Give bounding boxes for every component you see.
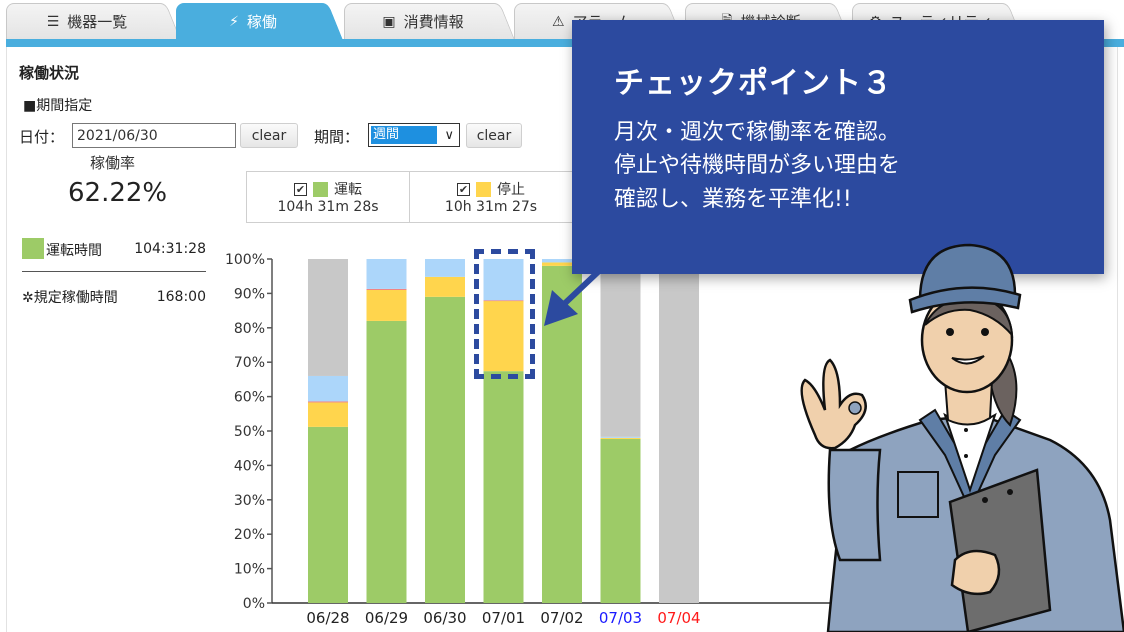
bar-segment-電源OFF [600,259,641,437]
app-root: ☰ 機器一覧 ⚠ アラーム 🗎 機械診断 ⚙ ユーティリティ ▣ 消費情報 ⚡ … [0,0,1124,632]
list-icon: ☰ [46,13,60,30]
standard-time-stat: ✲規定稼働時間 168:00 [22,287,206,309]
period-select-value: 週間 [371,126,438,144]
y-tick-label: 40% [234,458,265,474]
utilization-rate-label: 稼働率 [90,154,136,172]
legend-item-run[interactable]: ✔ 運転 104h 31m 28s [247,172,410,222]
tab-device-list[interactable]: ☰ 機器一覧 [6,3,168,39]
legend-box: ✔ 運転 104h 31m 28s ✔ 停止 10h 31m 27s [246,171,586,223]
bar-segment-停止 [425,276,465,297]
bar-segment-運転 [308,426,348,603]
tab-operation[interactable]: ⚡ 稼働 [176,3,330,39]
tab-label: 稼働 [246,13,277,31]
x-tick-label: 07/03 [599,609,642,627]
bar-segment-電源OFF [308,259,348,376]
bar-segment-運転 [542,265,582,603]
x-tick-label: 06/30 [423,609,466,627]
legend-label: 運転 [334,182,362,198]
period-heading: ■期間指定 [23,98,93,114]
callout-line: 確認し、業務を平準化!! [614,186,852,212]
callout-line: 停止や待機時間が多い理由を [614,153,901,179]
legend-label: 停止 [497,182,525,198]
y-tick-label: 100% [225,252,265,268]
bar-segment-アラーム [308,401,348,403]
standard-time-label: ✲規定稼働時間 [22,290,118,306]
y-tick-label: 80% [234,321,265,337]
date-input[interactable] [72,123,236,148]
y-tick-label: 0% [243,596,265,612]
highlight-box [474,249,535,379]
chevron-down-icon: ∨ [444,127,454,143]
x-tick-label: 07/04 [657,609,700,627]
utilization-rate-value: 62.22% [68,178,168,208]
bar-segment-停止 [366,289,407,321]
period-label: 期間： [314,128,360,146]
tab-consumption[interactable]: ▣ 消費情報 [344,3,502,39]
bar-segment-運転 [366,320,407,603]
worker-illustration-icon [800,243,1124,632]
date-clear-button[interactable]: clear [240,123,298,148]
legend-time: 104h 31m 28s [277,199,379,215]
legend-time: 10h 31m 27s [444,199,538,215]
period-select[interactable]: 週間 ∨ [368,123,460,147]
callout-line: 月次・週次で稼働率を確認。 [614,120,901,145]
stop-swatch [476,181,491,197]
bar-segment-運転 [483,371,524,603]
checkbox-run[interactable]: ✔ [294,182,307,196]
bar-segment-停止 [308,402,348,427]
bar-segment-待機 [366,259,407,289]
run-time-stat: 運転時間 104:31:28 [22,238,206,260]
callout-title: チェックポイント３ [614,66,893,101]
bar-segment-待機 [600,436,641,438]
meter-icon: ▣ [382,13,396,30]
checkpoint-callout: チェックポイント３ 月次・週次で稼働率を確認。 停止や待機時間が多い理由を 確認… [572,20,1104,274]
y-tick-label: 50% [234,424,265,440]
warning-icon: ⚠ [551,13,565,30]
stats-divider [22,271,206,272]
x-tick-label: 06/29 [365,609,408,627]
bar-segment-待機 [425,259,465,277]
y-tick-label: 30% [234,493,265,509]
y-tick-label: 20% [234,527,265,543]
bar-segment-待機 [308,375,348,402]
y-tick-label: 90% [234,286,265,302]
run-time-label: 運転時間 [46,243,102,259]
bar-segment-運転 [425,296,465,603]
date-label: 日付： [19,128,65,146]
y-tick-label: 10% [234,562,265,578]
y-tick-label: 70% [234,355,265,371]
standard-time-value: 168:00 [156,289,206,305]
bar-segment-停止 [600,437,641,439]
tab-label: 機器一覧 [67,13,128,31]
bar-segment-電源OFF [659,259,699,603]
run-swatch [22,238,44,259]
run-time-value: 104:31:28 [134,241,206,257]
run-swatch [313,181,328,197]
checkbox-stop[interactable]: ✔ [457,182,470,196]
bar-segment-アラーム [366,288,407,290]
section-title: 稼働状況 [19,64,80,82]
y-tick-label: 60% [234,390,265,406]
x-tick-label: 07/01 [482,609,525,627]
legend-item-stop[interactable]: ✔ 停止 10h 31m 27s [410,172,573,222]
lightning-icon: ⚡ [229,13,239,30]
tab-label: 消費情報 [403,13,464,31]
x-tick-label: 07/02 [540,609,583,627]
bar-segment-運転 [600,438,641,603]
period-clear-button[interactable]: clear [466,123,522,148]
x-tick-label: 06/28 [306,609,349,627]
